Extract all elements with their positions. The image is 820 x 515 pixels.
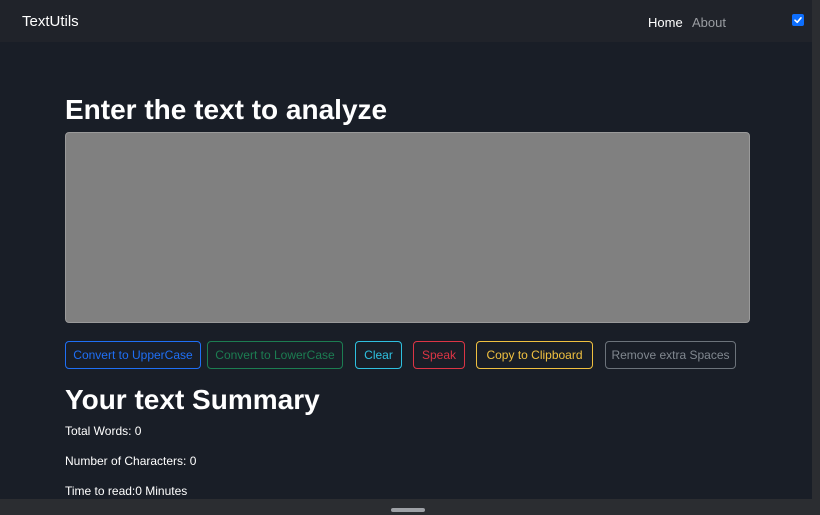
copy-clipboard-button[interactable]: Copy to Clipboard [476, 341, 593, 369]
clear-button[interactable]: Clear [355, 341, 402, 369]
page-title: Enter the text to analyze [65, 94, 388, 125]
convert-uppercase-button[interactable]: Convert to UpperCase [65, 341, 201, 369]
brand-logo[interactable]: TextUtils [22, 13, 79, 30]
checkmark-icon [794, 17, 802, 24]
app-window: TextUtils Home About Enter the text to a… [0, 0, 812, 499]
convert-lowercase-button[interactable]: Convert to LowerCase [207, 341, 343, 369]
navbar: TextUtils Home About [0, 0, 812, 42]
remove-spaces-button[interactable]: Remove extra Spaces [605, 341, 736, 369]
speak-button[interactable]: Speak [413, 341, 465, 369]
window-edge [812, 0, 820, 515]
summary-title: Your text Summary [65, 384, 320, 415]
resize-handle[interactable] [391, 508, 425, 512]
text-input[interactable] [65, 132, 750, 323]
character-count-text: Number of Characters: 0 [65, 454, 197, 468]
bottom-bar [0, 499, 820, 515]
total-words-text: Total Words: 0 [65, 424, 142, 438]
nav-link-about[interactable]: About [692, 15, 726, 30]
nav-link-home[interactable]: Home [648, 15, 683, 30]
dark-mode-checkbox[interactable] [792, 14, 804, 26]
read-time-text: Time to read:0 Minutes [65, 484, 188, 498]
